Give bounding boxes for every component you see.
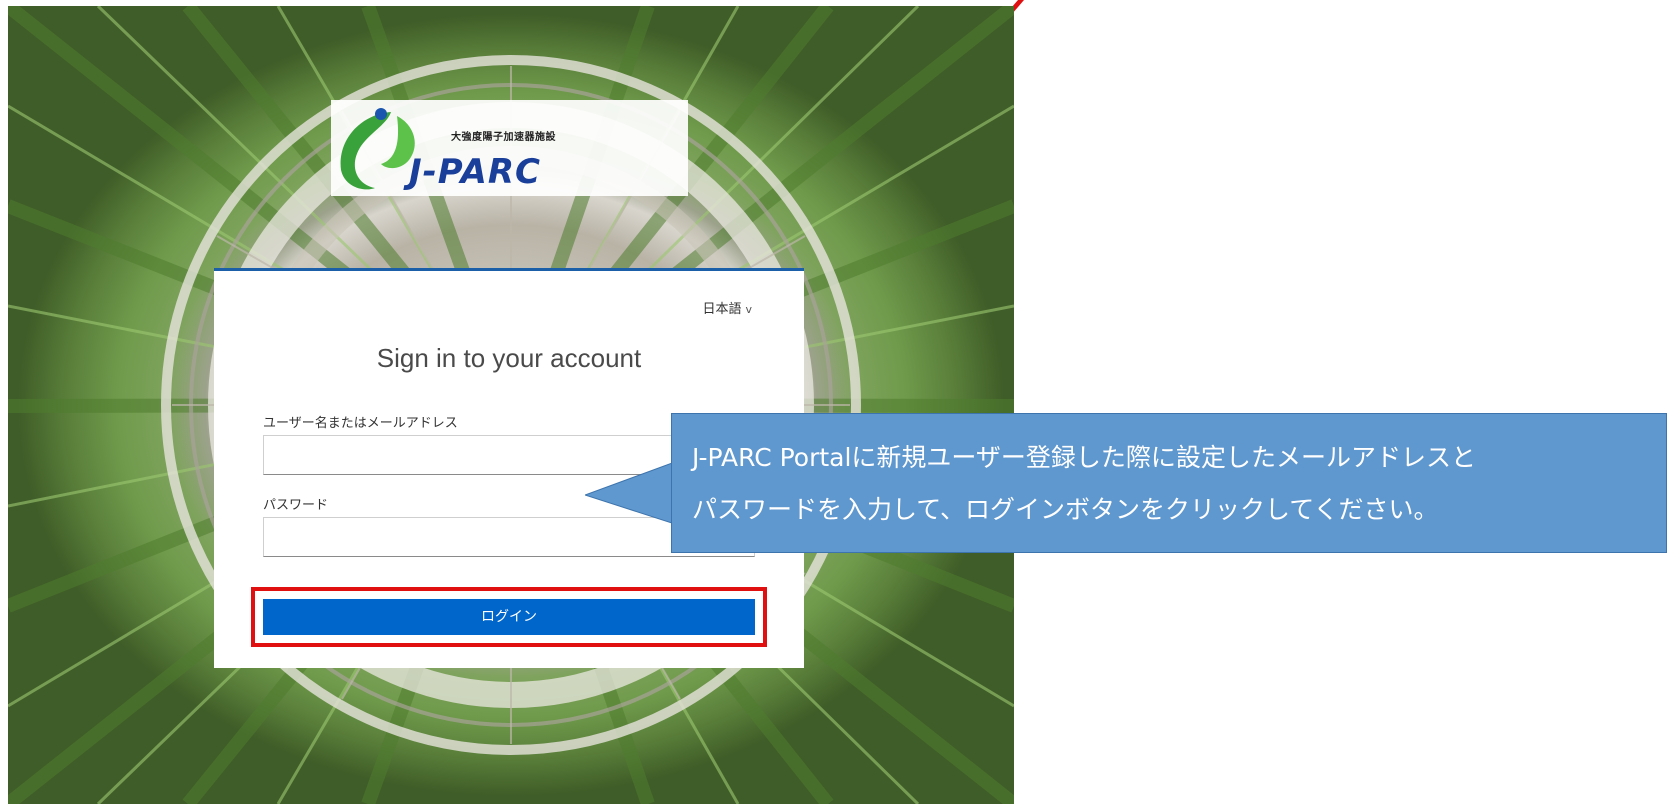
callout-text: J-PARC Portalに新規ユーザー登録した際に設定したメールアドレスと パ… [692, 432, 1646, 536]
callout-line-1: J-PARC Portalに新規ユーザー登録した際に設定したメールアドレスと [692, 443, 1476, 472]
language-selector[interactable]: 日本語 v [702, 298, 752, 317]
page: 大強度陽子加速器施設 J-PARC 日本語 v Sign in to your a… [0, 0, 1671, 804]
instruction-callout: J-PARC Portalに新規ユーザー登録した際に設定したメールアドレスと パ… [671, 413, 1667, 553]
callout-line-2: パスワードを入力して、ログインボタンをクリックしてください。 [692, 495, 1439, 524]
page-title: Sign in to your account [376, 343, 642, 373]
login-button[interactable]: ログイン [263, 599, 755, 635]
chevron-down-icon: v [745, 303, 752, 316]
logo-name: J-PARC [409, 152, 542, 192]
jparc-logo: 大強度陽子加速器施設 J-PARC [331, 100, 688, 196]
language-label: 日本語 [702, 302, 742, 317]
logo-japanese-text: 大強度陽子加速器施設 [451, 132, 556, 143]
password-label: パスワード [263, 498, 329, 513]
username-label: ユーザー名またはメールアドレス [263, 416, 458, 431]
callout-pointer [585, 461, 675, 524]
